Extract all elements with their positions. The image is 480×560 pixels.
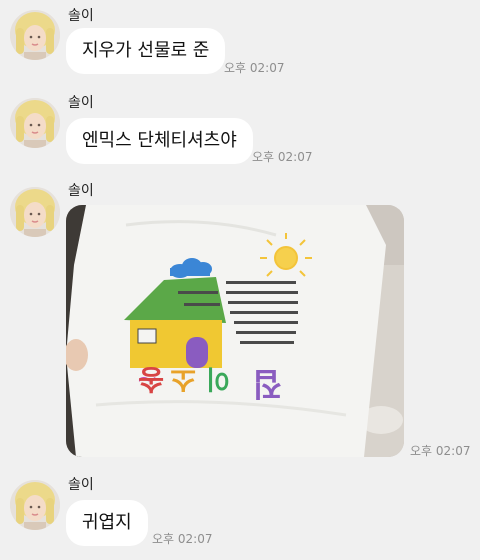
profile-photo-icon (10, 187, 60, 237)
timestamp: 오후 02:07 (152, 532, 213, 546)
timestamp: 오후 02:07 (410, 444, 471, 458)
profile-photo-icon (10, 10, 60, 60)
sender-name: 솔이 (68, 477, 94, 493)
sender-name: 솔이 (68, 183, 94, 199)
profile-photo-icon (10, 480, 60, 530)
tshirt-photo[interactable]: ~ 송 소 이 집 (66, 205, 404, 457)
timestamp: 오후 02:07 (224, 61, 285, 75)
svg-text:집: 집 (253, 365, 282, 403)
avatar[interactable] (10, 10, 60, 60)
svg-text:소: 소 (170, 363, 196, 396)
svg-text:송: 송 (138, 363, 164, 396)
message-bubble[interactable]: 엔믹스 단체티셔츠야 (66, 118, 253, 164)
avatar[interactable] (10, 98, 60, 148)
profile-photo-icon (10, 98, 60, 148)
sender-name: 솔이 (68, 95, 94, 111)
message-bubble[interactable]: 귀엽지 (66, 500, 148, 546)
avatar[interactable] (10, 480, 60, 530)
sender-name: 솔이 (68, 8, 94, 24)
timestamp: 오후 02:07 (252, 150, 313, 164)
tshirt-image: ~ 송 소 이 집 (66, 205, 404, 457)
avatar[interactable] (10, 187, 60, 237)
message-bubble[interactable]: 지우가 선물로 준 (66, 28, 226, 74)
svg-text:이: 이 (206, 363, 230, 393)
